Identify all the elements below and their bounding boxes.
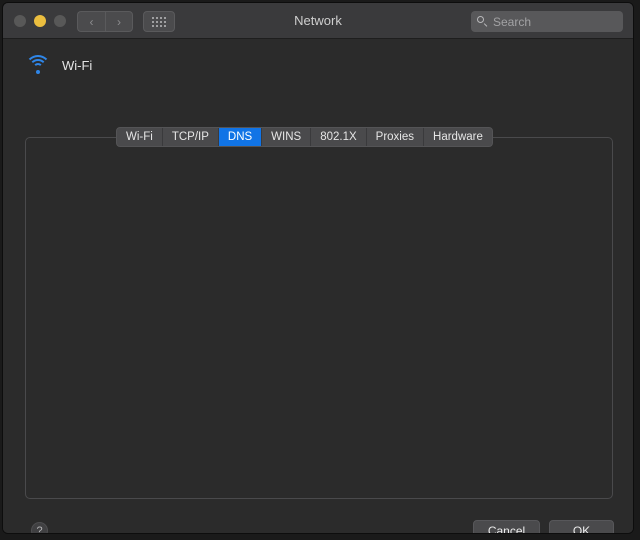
question-mark-icon: ? <box>36 524 43 534</box>
wifi-icon <box>25 55 51 75</box>
tab-8021x[interactable]: 802.1X <box>311 128 367 146</box>
tab-label: Hardware <box>433 131 483 143</box>
tab-label: TCP/IP <box>171 131 209 143</box>
tab-dns[interactable]: DNS <box>218 128 263 146</box>
window-titlebar: ‹ › Network Search <box>3 3 633 39</box>
service-name: Wi-Fi <box>62 57 93 73</box>
settings-panel <box>25 137 613 499</box>
search-field[interactable]: Search <box>471 11 623 32</box>
help-button[interactable]: ? <box>31 522 48 534</box>
tab-hardware[interactable]: Hardware <box>424 128 492 146</box>
tab-wins[interactable]: WINS <box>262 128 312 146</box>
tab-label: WINS <box>271 131 302 143</box>
window-content: Wi-Fi Wi-Fi TCP/IP DNS WINS 802.1X Proxi… <box>3 39 633 534</box>
tab-tcpip[interactable]: TCP/IP <box>163 128 219 146</box>
search-icon <box>477 16 488 27</box>
service-header: Wi-Fi <box>25 55 92 75</box>
tab-label: Proxies <box>375 131 415 143</box>
network-preferences-window: ‹ › Network Search Wi-Fi Wi-Fi TCP/IP DN… <box>2 2 634 534</box>
search-placeholder: Search <box>493 14 532 29</box>
tab-label: 802.1X <box>320 131 357 143</box>
tab-proxies[interactable]: Proxies <box>367 128 425 146</box>
cancel-button-label: Cancel <box>487 523 526 534</box>
tab-bar: Wi-Fi TCP/IP DNS WINS 802.1X Proxies Har… <box>116 127 493 147</box>
tab-label: Wi-Fi <box>126 131 153 143</box>
tab-wifi[interactable]: Wi-Fi <box>117 128 163 146</box>
tab-label: DNS <box>227 131 253 143</box>
ok-button[interactable]: OK <box>549 520 614 534</box>
ok-button-label: OK <box>572 523 591 534</box>
cancel-button[interactable]: Cancel <box>473 520 540 534</box>
